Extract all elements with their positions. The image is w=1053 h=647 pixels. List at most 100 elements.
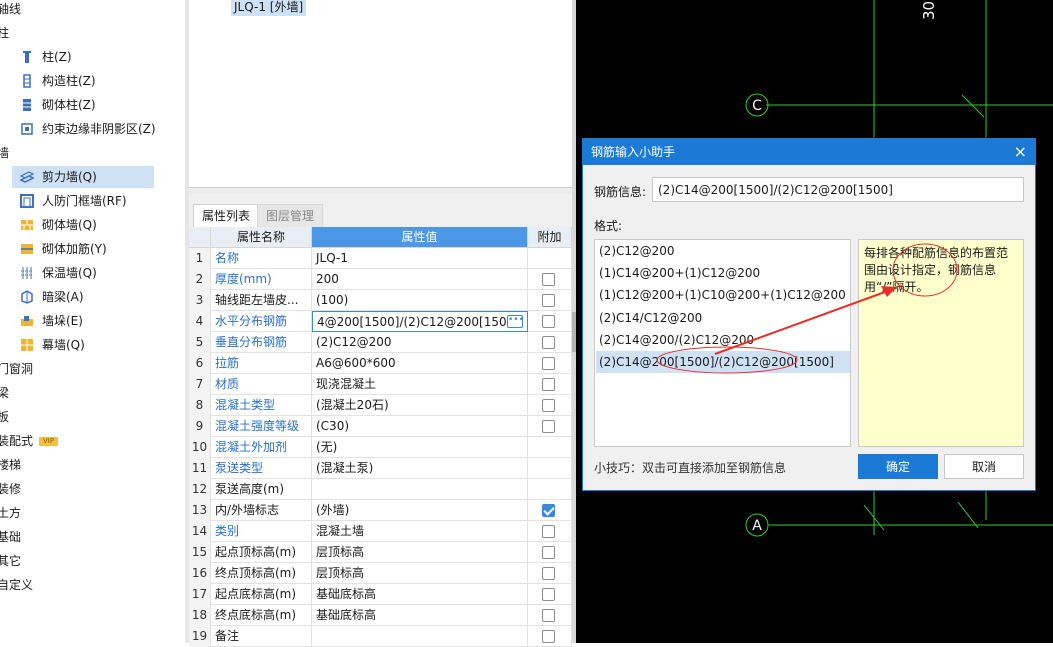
extra-checkbox[interactable] [542, 294, 555, 307]
property-value[interactable]: (混凝土泵) [312, 458, 528, 479]
tree-item[interactable]: 构造柱(Z) [0, 70, 96, 92]
cancel-button[interactable]: 取消 [944, 454, 1024, 479]
ok-button[interactable]: 确定 [858, 454, 938, 479]
property-value[interactable]: 基础底标高 [312, 584, 528, 605]
format-list[interactable]: (2)C12@200 (1)C14@200+(1)C12@200 (1)C12@20… [594, 239, 851, 447]
tree-item[interactable]: 砌体柱(Z) [0, 94, 96, 116]
tree-item[interactable]: 幕墙(Q) [0, 334, 85, 356]
table-row[interactable]: 17 起点底标高(m) 基础底标高 [189, 584, 572, 605]
tree-item[interactable]: 剪力墙(Q) [12, 166, 154, 188]
property-value[interactable]: 现浇混凝土 [312, 374, 528, 395]
tree-item[interactable]: 保温墙(Q) [0, 262, 97, 284]
format-item[interactable]: (2)C14/C12@200 [596, 307, 850, 329]
extra-checkbox[interactable] [542, 357, 555, 370]
tree-item[interactable]: 装修 [0, 478, 24, 500]
property-value[interactable]: (外墙) [312, 500, 528, 521]
extra-checkbox[interactable] [542, 588, 555, 601]
tree-item[interactable]: 梁 [0, 382, 12, 404]
property-value[interactable]: 基础底标高 [312, 605, 528, 626]
close-icon[interactable]: × [1014, 139, 1027, 165]
format-item[interactable]: (2)C14@200[1500]/(2)C12@200[1500] [596, 351, 850, 373]
table-row[interactable]: 13 内/外墙标志 (外墙) [189, 500, 572, 521]
tree-item[interactable]: 其它 [0, 550, 24, 572]
table-row[interactable]: 8 混凝土类型 (混凝土20石) [189, 395, 572, 416]
table-row[interactable]: 9 混凝土强度等级 (C30) [189, 416, 572, 437]
tree-item[interactable]: 板 [0, 406, 12, 428]
table-row[interactable]: 6 拉筋 A6@600*600 [189, 353, 572, 374]
tree-item[interactable]: 土方 [0, 502, 24, 524]
table-row[interactable]: 11 泵送类型 (混凝土泵) [189, 458, 572, 479]
extra-checkbox[interactable] [542, 315, 555, 328]
table-row[interactable]: 18 终点底标高(m) 基础底标高 [189, 605, 572, 626]
row-number: 1 [189, 248, 211, 269]
extra-cell [528, 437, 572, 458]
property-value[interactable]: 层顶标高 [312, 563, 528, 584]
extra-checkbox[interactable] [542, 378, 555, 391]
format-item[interactable]: (1)C12@200+(1)C10@200+(1)C12@200 [596, 284, 850, 306]
tree-item[interactable]: 门窗洞 [0, 358, 36, 380]
table-row[interactable]: 2 厚度(mm) 200 [189, 269, 572, 290]
extra-checkbox[interactable] [542, 609, 555, 622]
tree-item[interactable]: 约束边缘非阴影区(Z) [0, 118, 156, 140]
extra-checkbox[interactable] [542, 336, 555, 349]
dialog-title-bar[interactable]: 钢筋输入小助手 × [583, 139, 1035, 165]
tree-item[interactable]: 自定义 [0, 574, 36, 596]
property-value[interactable]: 混凝土墙 [312, 521, 528, 542]
masonry-rebar-icon [21, 243, 33, 254]
tree-item[interactable]: 基础 [0, 526, 24, 548]
format-item[interactable]: (1)C14@200+(1)C12@200 [596, 262, 850, 284]
property-value-editor[interactable]: 4@200[1500]/(2)C12@200[1500] ••• [312, 311, 528, 332]
table-row[interactable]: 15 起点顶标高(m) 层顶标高 [189, 542, 572, 563]
tree-item[interactable]: 楼梯 [0, 454, 24, 476]
tab-properties[interactable]: 属性列表 [193, 204, 260, 228]
property-value[interactable]: A6@600*600 [312, 353, 528, 374]
table-row[interactable]: 12 泵送高度(m) [189, 479, 572, 500]
property-value[interactable]: (2)C12@200 [312, 332, 528, 353]
property-value[interactable]: 层顶标高 [312, 542, 528, 563]
table-row[interactable]: 1 名称 JLQ-1 [189, 248, 572, 269]
table-row[interactable]: 14 类别 混凝土墙 [189, 521, 572, 542]
tree-item[interactable]: 墙垛(E) [0, 310, 83, 332]
extra-checkbox[interactable] [542, 504, 555, 517]
table-row[interactable]: 7 材质 现浇混凝土 [189, 374, 572, 395]
tree-item[interactable]: 砌体加筋(Y) [0, 238, 107, 260]
property-value[interactable]: JLQ-1 [312, 248, 528, 269]
tree-item[interactable]: 装配式 VIP [0, 430, 61, 452]
property-value[interactable]: (混凝土20石) [312, 395, 528, 416]
table-row[interactable]: 16 终点顶标高(m) 层顶标高 [189, 563, 572, 584]
table-row[interactable]: 4 水平分布钢筋 4@200[1500]/(2)C12@200[1500] ••• [189, 311, 572, 332]
tree-item[interactable]: 砌体墙(Q) [0, 214, 97, 236]
tree-item[interactable]: 墙 [0, 142, 12, 164]
tree-item[interactable]: 柱(Z) [0, 46, 72, 68]
tree-item[interactable]: 人防门框墙(RF) [0, 190, 127, 212]
tree-item[interactable]: 柱 [0, 22, 12, 44]
tab-layers[interactable]: 图层管理 [257, 204, 324, 228]
property-value[interactable]: (100) [312, 290, 528, 311]
component-list-item[interactable]: JLQ-1 [外墙] [231, 0, 307, 16]
table-row[interactable]: 3 轴线距左墙皮... (100) [189, 290, 572, 311]
table-row[interactable]: 19 备注 [189, 626, 572, 647]
extra-cell [528, 290, 572, 311]
extra-checkbox[interactable] [542, 525, 555, 538]
tree-item-label: 梁 [0, 386, 10, 400]
extra-checkbox[interactable] [542, 546, 555, 559]
extra-checkbox[interactable] [542, 630, 555, 643]
property-value[interactable]: 200 [312, 269, 528, 290]
property-value[interactable]: (C30) [312, 416, 528, 437]
format-item[interactable]: (2)C14@200/(2)C12@200 [596, 329, 850, 351]
extra-checkbox[interactable] [542, 273, 555, 286]
table-row[interactable]: 5 垂直分布钢筋 (2)C12@200 [189, 332, 572, 353]
extra-checkbox[interactable] [542, 399, 555, 412]
extra-checkbox[interactable] [542, 420, 555, 433]
property-value[interactable]: (无) [312, 437, 528, 458]
ellipsis-button[interactable]: ••• [507, 315, 524, 328]
rebar-info-input[interactable] [652, 177, 1024, 202]
tree-item[interactable]: 暗梁(A) [0, 286, 84, 308]
extra-checkbox[interactable] [542, 567, 555, 580]
table-row[interactable]: 10 混凝土外加剂 (无) [189, 437, 572, 458]
format-item[interactable]: (2)C12@200 [596, 240, 850, 262]
property-value[interactable] [312, 626, 528, 647]
tree-item[interactable]: 轴线 [0, 0, 24, 20]
extra-cell [528, 584, 572, 605]
property-value[interactable] [312, 479, 528, 500]
